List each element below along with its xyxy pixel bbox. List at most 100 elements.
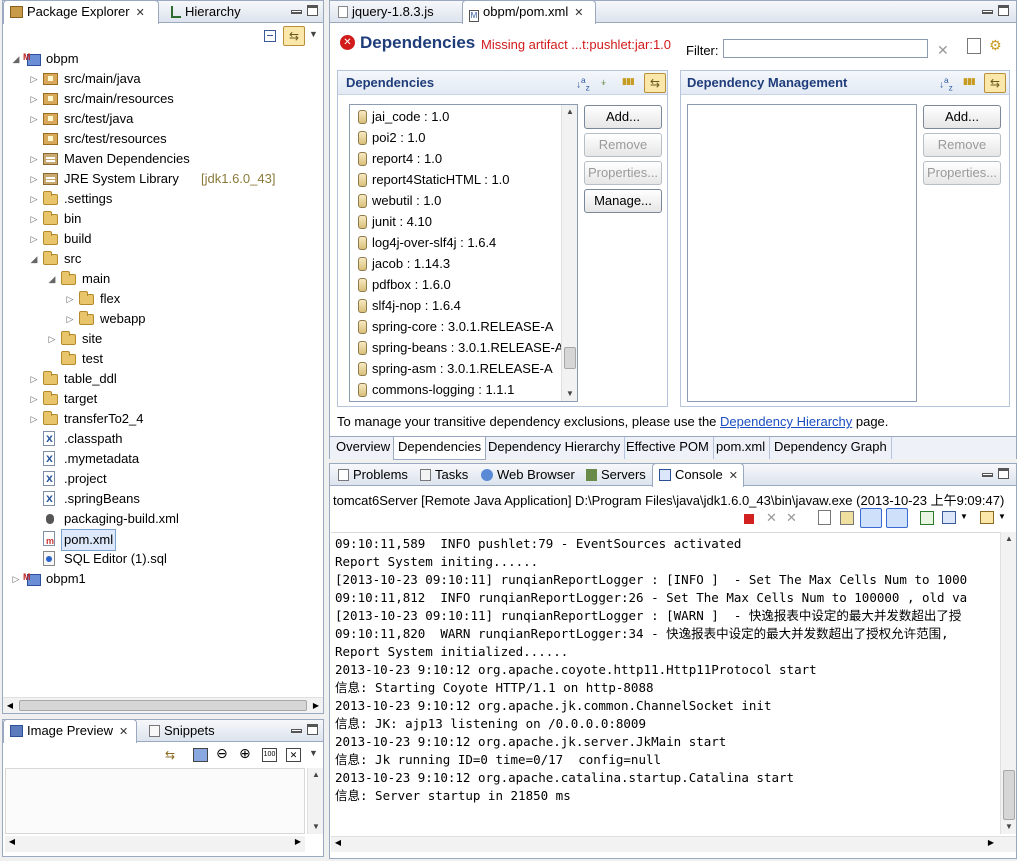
collapse-all-icon[interactable] [264,30,276,42]
collapsed-arrow-icon[interactable]: ▷ [65,309,75,329]
tab-web-browser[interactable]: Web Browser [475,464,581,486]
console-scroll-thumb[interactable] [1003,770,1015,820]
tab-console[interactable]: Console ✕ [652,463,744,487]
collapsed-arrow-icon[interactable]: ▷ [29,369,39,389]
dependency-item[interactable]: spring-beans : 3.0.1.RELEASE-A [358,337,564,358]
tab-dependencies[interactable]: Dependencies [393,437,487,460]
tab-jquery-js[interactable]: jquery-1.8.3.js [332,1,440,23]
zoom-in-icon[interactable]: ⊕ [239,745,251,762]
view-menu-icon[interactable]: ▼ [309,748,318,758]
zoom-out-icon[interactable]: ⊖ [216,745,228,762]
collapsed-arrow-icon[interactable]: ▷ [29,409,39,429]
expanded-arrow-icon[interactable]: ◢ [47,269,57,289]
open-console-dropdown-icon[interactable]: ▼ [998,512,1006,521]
dependency-item[interactable]: slf4j-nop : 1.6.4 [358,295,461,316]
image-preview-scrollbar[interactable]: ▲ ▼ [307,768,323,834]
add-dependency-button[interactable]: Add... [584,105,662,129]
close-icon[interactable]: ✕ [729,470,738,482]
sort-icon[interactable]: ↓az [939,75,953,92]
dependency-item[interactable]: spring-core : 3.0.1.RELEASE-A [358,316,553,337]
show-version-icon[interactable]: ▮▮▮ [622,76,636,88]
collapsed-arrow-icon[interactable]: ▷ [29,69,39,89]
tab-dependency-hierarchy[interactable]: Dependency Hierarchy [484,437,626,459]
tab-servers[interactable]: Servers [580,464,652,486]
dependency-item[interactable]: poi2 : 1.0 [358,127,426,148]
remove-dependency-button[interactable]: Remove [584,133,662,157]
tab-hierarchy[interactable]: Hierarchy [165,1,247,23]
manage-dependency-button[interactable]: Manage... [584,189,662,213]
show-groupid-icon[interactable]: ⍖ [600,75,607,90]
dependency-item[interactable]: log4j-over-slf4j : 1.6.4 [358,232,496,253]
fit-image-icon[interactable] [193,748,208,762]
dependency-item[interactable]: jai_code : 1.0 [358,106,449,127]
collapsed-arrow-icon[interactable]: ▷ [29,189,39,209]
tab-effective-pom[interactable]: Effective POM [622,437,714,459]
close-icon[interactable]: ✕ [574,7,583,19]
dependency-item[interactable]: junit : 4.10 [358,211,432,232]
swap-icon[interactable]: ⇆ [165,748,175,762]
display-console-icon[interactable] [942,511,956,524]
show-version-icon[interactable]: ▮▮▮ [963,76,976,87]
minimize-icon[interactable] [291,10,302,14]
tab-dependency-graph[interactable]: Dependency Graph [770,437,892,459]
dependency-properties-button[interactable]: Properties... [584,161,662,185]
dependencies-list[interactable]: jai_code : 1.0 poi2 : 1.0 report4 : 1.0 rep… [349,104,578,402]
tab-package-explorer[interactable]: Package Explorer ✕ [3,0,159,24]
dependencies-scrollbar[interactable]: ▲ ▼ [561,105,577,401]
toggle-layout-icon[interactable]: ⇆ [984,73,1006,93]
view-menu-icon[interactable]: ▼ [309,29,318,39]
collapsed-arrow-icon[interactable]: ▷ [29,169,39,189]
tab-pom-xml-source[interactable]: pom.xml [712,437,771,459]
minimize-icon[interactable] [291,729,302,733]
minimize-icon[interactable] [982,473,993,477]
remove-all-launches-icon[interactable]: ✕ [786,510,797,526]
dependency-item[interactable]: report4StaticHTML : 1.0 [358,169,510,190]
close-icon[interactable]: ✕ [136,7,145,19]
image-preview-horizontal-scrollbar[interactable]: ◀ ▶ [5,836,305,852]
filter-input[interactable] [723,39,928,58]
maximize-icon[interactable] [998,5,1009,16]
open-console-icon[interactable] [980,511,994,524]
link-with-editor-icon[interactable]: ⇆ [283,26,305,46]
refresh-icon[interactable]: ⚙ [989,37,1002,54]
console-output[interactable]: 09:10:11,589 INFO pushlet:79 - EventSour… [331,532,1000,836]
collapsed-arrow-icon[interactable]: ▷ [29,89,39,109]
tab-pom-xml[interactable]: Mobpm/pom.xml ✕ [462,0,596,24]
collapsed-arrow-icon[interactable]: ▷ [65,289,75,309]
dependency-item[interactable]: jacob : 1.14.3 [358,253,450,274]
console-vertical-scrollbar[interactable]: ▲ ▼ [1000,532,1016,834]
show-effective-icon[interactable] [967,38,981,54]
collapsed-arrow-icon[interactable]: ▷ [47,329,57,349]
tab-problems[interactable]: Problems [332,464,414,486]
dependency-item[interactable]: commons-logging : 1.1.1 [358,379,514,400]
dependency-item[interactable]: webutil : 1.0 [358,190,441,211]
sort-icon[interactable]: ↓az [576,75,590,92]
tree-scroll-thumb[interactable] [19,700,307,711]
expanded-arrow-icon[interactable]: ◢ [11,49,21,69]
display-console-dropdown-icon[interactable]: ▼ [960,512,968,521]
fullscreen-icon[interactable]: ✕ [286,748,301,762]
dependency-management-list[interactable] [687,104,917,402]
close-icon[interactable]: ✕ [119,726,128,738]
dependency-item[interactable]: pdfbox : 1.6.0 [358,274,451,295]
dependencies-scroll-thumb[interactable] [564,347,576,369]
expanded-arrow-icon[interactable]: ◢ [29,249,39,269]
dependency-item[interactable]: report4 : 1.0 [358,148,442,169]
clear-filter-icon[interactable]: ✕ [937,42,949,59]
dependency-item[interactable]: spring-asm : 3.0.1.RELEASE-A [358,358,553,379]
remove-launch-icon[interactable]: ✕ [766,510,777,526]
error-message[interactable]: Missing artifact ...t:pushlet:jar:1.0 [481,37,671,52]
console-horizontal-scrollbar[interactable]: ◀ ▶ [331,836,1016,852]
minimize-icon[interactable] [982,10,993,14]
toggle-layout-icon[interactable]: ⇆ [644,73,666,93]
pin-console-icon[interactable] [920,511,934,525]
collapsed-arrow-icon[interactable]: ▷ [29,229,39,249]
tab-overview[interactable]: Overview [332,437,396,459]
actual-size-icon[interactable]: 100 [262,748,277,762]
tab-snippets[interactable]: Snippets [143,720,221,742]
clear-console-icon[interactable] [818,510,831,525]
collapsed-arrow-icon[interactable]: ▷ [11,569,21,589]
collapsed-arrow-icon[interactable]: ▷ [29,209,39,229]
tab-image-preview[interactable]: Image Preview ✕ [3,719,137,743]
collapsed-arrow-icon[interactable]: ▷ [29,109,39,129]
